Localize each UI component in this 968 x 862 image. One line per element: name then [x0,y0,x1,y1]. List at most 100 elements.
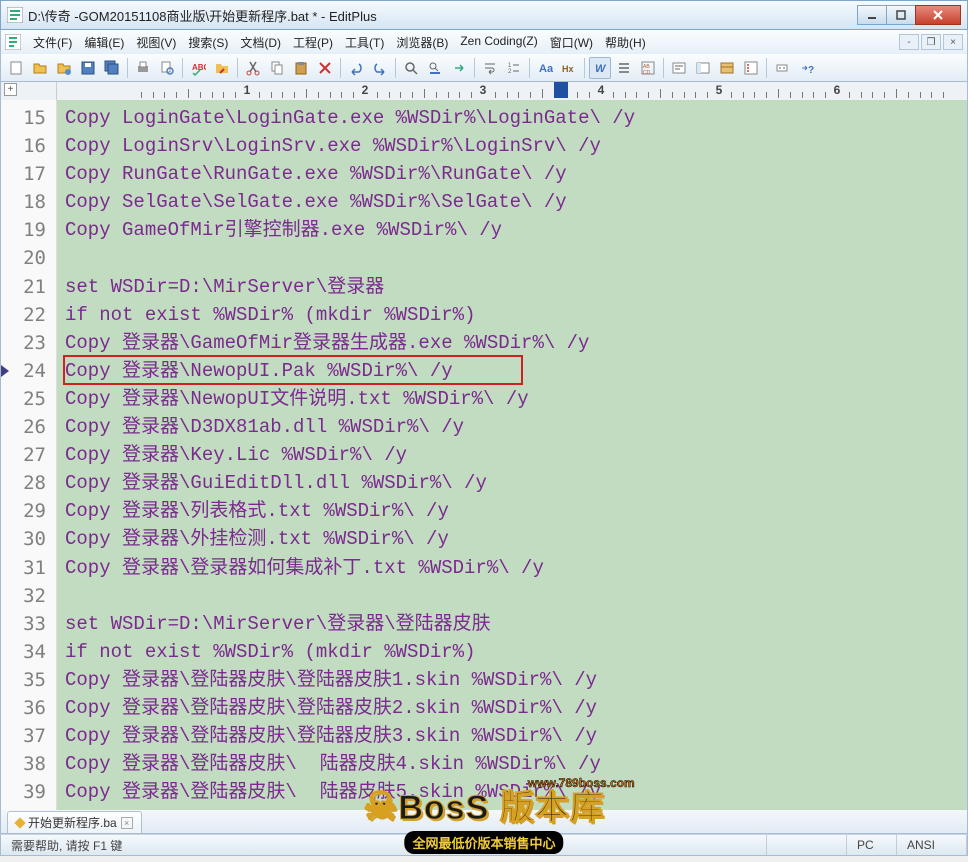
code-line[interactable]: Copy LoginSrv\LoginSrv.exe %WSDir%\Login… [57,132,967,160]
function-list-button[interactable] [740,57,762,79]
customize-button[interactable] [771,57,793,79]
directory-button[interactable] [716,57,738,79]
undo-button[interactable] [345,57,367,79]
code-line[interactable]: Copy LoginGate\LoginGate.exe %WSDir%\Log… [57,104,967,132]
line-number: 31 [1,554,56,582]
code-line[interactable]: Copy 登录器\Key.Lic %WSDir%\ /y [57,441,967,469]
code-line[interactable]: Copy SelGate\SelGate.exe %WSDir%\SelGate… [57,188,967,216]
zoom-font-button[interactable]: Aa [534,57,556,79]
code-area[interactable]: Copy LoginGate\LoginGate.exe %WSDir%\Log… [57,100,967,810]
line-number: 38 [1,750,56,778]
menu-item-4[interactable]: 文档(D) [234,32,287,53]
code-line[interactable]: set WSDir=D:\MirServer\登录器\登陆器皮肤 [57,610,967,638]
svg-text:Aa: Aa [539,63,553,75]
line-number: 33 [1,610,56,638]
status-mode: PC [847,835,897,855]
code-line[interactable]: Copy 登录器\D3DX81ab.dll %WSDir%\ /y [57,413,967,441]
save-all-button[interactable] [101,57,123,79]
code-line[interactable]: if not exist %WSDir% (mkdir %WSDir%) [57,301,967,329]
file-tab-active[interactable]: 开始更新程序.ba × [7,811,142,833]
list-button[interactable] [613,57,635,79]
close-button[interactable] [915,5,961,25]
code-line[interactable]: Copy 登录器\GameOfMir登录器生成器.exe %WSDir%\ /y [57,329,967,357]
menu-item-3[interactable]: 搜索(S) [182,32,234,53]
line-number: 30 [1,525,56,553]
charmap-button[interactable]: ABCD [637,57,659,79]
open-remote-button[interactable] [53,57,75,79]
code-line[interactable]: Copy 登录器\登陆器皮肤\登陆器皮肤3.skin %WSDir%\ /y [57,722,967,750]
open-file-button[interactable] [29,57,51,79]
line-numbers-button[interactable]: 12 [503,57,525,79]
code-line[interactable]: Copy 登录器\登陆器皮肤\ 陆器皮肤5.skin %WSDir%\ /y [57,778,967,806]
copy-button[interactable] [266,57,288,79]
hex-button[interactable]: Hx [558,57,580,79]
file-tabs: 开始更新程序.ba × [0,810,968,834]
code-line[interactable]: Copy 登录器\登陆器皮肤\ 陆器皮肤4.skin %WSDir%\ /y [57,750,967,778]
line-number: 17 [1,160,56,188]
menu-item-7[interactable]: 浏览器(B) [390,32,454,53]
modified-indicator-icon [14,817,25,828]
open-folder-button[interactable] [211,57,233,79]
output-button[interactable] [668,57,690,79]
line-number: 27 [1,441,56,469]
maximize-button[interactable] [886,5,916,25]
replace-button[interactable] [424,57,446,79]
browser-button[interactable]: W [589,57,611,79]
code-line[interactable]: Copy 登录器\登陆器皮肤\登陆器皮肤1.skin %WSDir%\ /y [57,666,967,694]
goto-button[interactable] [448,57,470,79]
status-encoding: ANSI [897,835,967,855]
menu-item-10[interactable]: 帮助(H) [599,32,652,53]
menu-item-8[interactable]: Zen Coding(Z) [454,32,543,53]
line-number: 15 [1,104,56,132]
status-spacer [767,835,847,855]
code-line[interactable]: Copy 登录器\NewopUI文件说明.txt %WSDir%\ /y [57,385,967,413]
code-line[interactable]: Copy RunGate\RunGate.exe %WSDir%\RunGate… [57,160,967,188]
line-number: 19 [1,216,56,244]
menu-app-icon [5,34,21,50]
code-line[interactable] [57,244,967,272]
save-button[interactable] [77,57,99,79]
menu-item-9[interactable]: 窗口(W) [544,32,599,53]
ruler-marker[interactable] [554,82,568,98]
spellcheck-button[interactable]: ABC [187,57,209,79]
redo-button[interactable] [369,57,391,79]
wordwrap-button[interactable] [479,57,501,79]
line-number: 22 [1,301,56,329]
paste-button[interactable] [290,57,312,79]
mdi-minimize-button[interactable]: - [899,34,919,50]
line-number: 35 [1,666,56,694]
line-number: 24 [1,357,56,385]
svg-text:W: W [595,63,607,75]
menu-item-2[interactable]: 视图(V) [130,32,182,53]
delete-button[interactable] [314,57,336,79]
print-preview-button[interactable] [156,57,178,79]
line-number: 37 [1,722,56,750]
menu-item-0[interactable]: 文件(F) [27,32,78,53]
code-line[interactable]: if not exist %WSDir% (mkdir %WSDir%) [57,638,967,666]
code-line[interactable]: Copy 登录器\登录器如何集成补丁.txt %WSDir%\ /y [57,554,967,582]
find-button[interactable] [400,57,422,79]
mdi-close-button[interactable]: × [943,34,963,50]
menu-item-6[interactable]: 工具(T) [339,32,390,53]
code-line[interactable]: Copy 登录器\列表格式.txt %WSDir%\ /y [57,497,967,525]
help-button[interactable]: ? [795,57,817,79]
menu-item-1[interactable]: 编辑(E) [78,32,130,53]
code-line[interactable]: Copy 登录器\GuiEditDll.dll %WSDir%\ /y [57,469,967,497]
collapse-toggle-icon[interactable]: + [4,83,17,96]
code-line[interactable]: Copy GameOfMir引擎控制器.exe %WSDir%\ /y [57,216,967,244]
print-button[interactable] [132,57,154,79]
code-line[interactable]: Copy 登录器\外挂检测.txt %WSDir%\ /y [57,525,967,553]
minimize-button[interactable] [857,5,887,25]
line-number: 16 [1,132,56,160]
menu-item-5[interactable]: 工程(P) [287,32,339,53]
new-file-button[interactable] [5,57,27,79]
svg-text:Hx: Hx [562,64,574,74]
code-line[interactable]: set WSDir=D:\MirServer\登录器 [57,273,967,301]
svg-text:?: ? [808,65,814,76]
mdi-restore-button[interactable]: ❐ [921,34,941,50]
tab-close-icon[interactable]: × [121,817,133,829]
code-line[interactable]: Copy 登录器\登陆器皮肤\登陆器皮肤2.skin %WSDir%\ /y [57,694,967,722]
cliptext-button[interactable] [692,57,714,79]
cut-button[interactable] [242,57,264,79]
code-line[interactable] [57,582,967,610]
